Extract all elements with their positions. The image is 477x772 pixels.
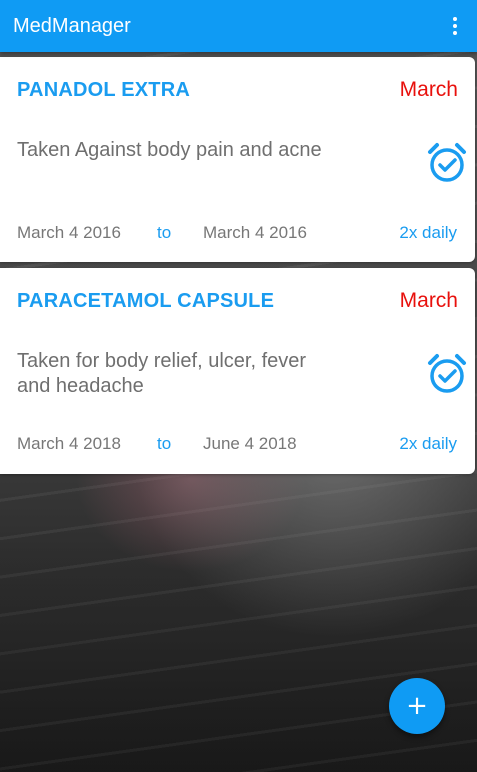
medication-name: PANADOL EXTRA: [17, 79, 190, 101]
medication-card[interactable]: PARACETAMOL CAPSULE March Taken for body…: [0, 268, 475, 474]
medication-month: March: [399, 289, 458, 312]
app-title: MedManager: [13, 14, 131, 37]
end-date: June 4 2018: [203, 434, 297, 453]
medication-description: Taken Against body pain and acne: [17, 139, 322, 161]
dose-frequency: 2x daily: [399, 434, 457, 453]
more-vert-icon[interactable]: [445, 12, 465, 40]
add-medication-button[interactable]: +: [389, 678, 445, 734]
medication-card[interactable]: PANADOL EXTRA March Taken Against body p…: [0, 57, 475, 262]
medication-month: March: [399, 78, 458, 101]
alarm-check-icon[interactable]: [427, 352, 467, 394]
alarm-check-icon[interactable]: [427, 141, 467, 183]
date-range-row: March 4 2016 to March 4 2016 2x daily: [0, 223, 475, 245]
dose-frequency: 2x daily: [399, 223, 457, 242]
add-icon: +: [406, 691, 428, 721]
date-range-row: March 4 2018 to June 4 2018 2x daily: [0, 434, 475, 456]
app-bar: MedManager: [0, 0, 477, 52]
to-label: to: [157, 223, 172, 242]
end-date: March 4 2016: [203, 223, 307, 242]
to-label: to: [157, 434, 172, 453]
medication-name: PARACETAMOL CAPSULE: [17, 290, 275, 312]
start-date: March 4 2016: [17, 223, 121, 242]
start-date: March 4 2018: [17, 434, 121, 453]
medication-description: Taken for body relief, ulcer, fever and …: [17, 350, 307, 397]
